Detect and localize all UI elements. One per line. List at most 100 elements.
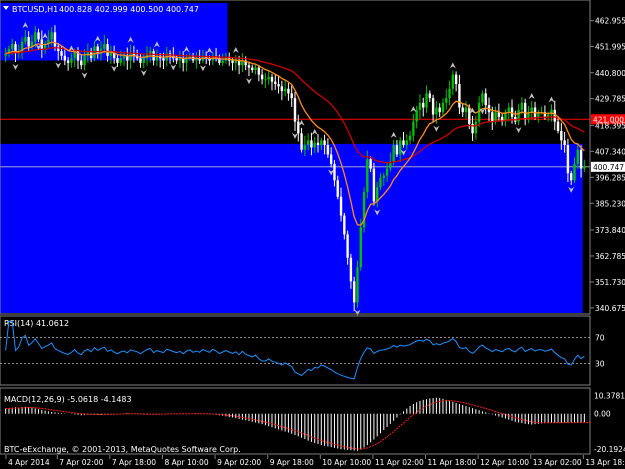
- candle-body: [366, 159, 369, 193]
- time-axis-label: 9 Apr 02:00: [217, 458, 261, 467]
- mt4-chart-window[interactable]: 400.747421.000 BTCUSD,H1 400.828 402.999…: [0, 0, 625, 469]
- candle-body: [293, 98, 297, 122]
- candle-body: [507, 107, 510, 113]
- candle-body: [320, 140, 323, 146]
- price-axis-label: 362.785: [595, 252, 625, 261]
- lower-zone: [0, 143, 583, 313]
- candle-body: [402, 140, 405, 146]
- symbol-title: BTCUSD,H1: [12, 5, 58, 14]
- candle-body: [451, 74, 455, 89]
- candle-body: [306, 140, 310, 146]
- candle-body: [260, 74, 264, 80]
- time-axis-label: 9 Apr 18:00: [270, 458, 314, 467]
- candle-body: [178, 58, 182, 61]
- candle-body: [438, 107, 441, 113]
- candle-body: [369, 159, 372, 169]
- time-axis-label: 7 Apr 02:00: [59, 458, 103, 467]
- macd-axis: 10.3781 0.00 -20.1924: [594, 392, 625, 454]
- fractal-up-arrow: [390, 131, 397, 138]
- candle-body: [119, 58, 122, 63]
- candle-body: [310, 140, 313, 148]
- time-axis-label: 12 Apr 10:00: [480, 458, 529, 467]
- candle-body: [270, 76, 274, 82]
- candle-body: [323, 140, 326, 146]
- fractal-up-arrow: [232, 47, 239, 54]
- price-panel[interactable]: 400.747421.000: [0, 3, 625, 316]
- candle-body: [80, 60, 83, 66]
- candle-body: [254, 67, 257, 70]
- chart-header: BTCUSD,H1 400.828 402.999 400.500 400.74…: [3, 5, 199, 14]
- candle-body: [428, 93, 432, 99]
- candle-body: [122, 55, 126, 59]
- candle-body: [570, 173, 573, 181]
- candle-body: [448, 88, 451, 99]
- time-axis-label: 10 Apr 10:00: [322, 458, 371, 467]
- candle-body: [274, 81, 277, 85]
- time-axis-label: 4 Apr 2014: [8, 458, 50, 467]
- candle-body: [395, 145, 399, 155]
- candle-body: [280, 86, 284, 92]
- candle-body: [491, 112, 494, 122]
- candle-body: [297, 121, 300, 134]
- candle-body: [379, 177, 382, 188]
- candle-body: [343, 215, 346, 235]
- macd-axis-label: 10.3781: [594, 392, 625, 401]
- candle-body: [336, 180, 339, 197]
- candle-body: [579, 149, 583, 169]
- price-axis-label: 429.785: [595, 95, 625, 104]
- price-axis-label: 407.340: [595, 147, 625, 156]
- candle-body: [431, 98, 435, 115]
- candle-body: [520, 102, 524, 110]
- candle-body: [251, 67, 254, 70]
- candle-body: [497, 112, 501, 117]
- price-axis-label: 451.995: [595, 42, 625, 51]
- candle-body: [333, 163, 336, 181]
- candle-body: [11, 44, 14, 49]
- rsi-level-label: 30: [595, 360, 605, 369]
- candle-body: [425, 93, 428, 108]
- fractal-down-arrow: [515, 127, 522, 134]
- fractal-down-arrow: [245, 78, 252, 85]
- candle-body: [221, 60, 224, 63]
- fractal-up-arrow: [311, 128, 318, 135]
- macd-axis-label: -20.1924: [594, 445, 625, 454]
- candle-body: [553, 109, 556, 122]
- candle-body: [70, 58, 73, 63]
- candle-body: [57, 46, 60, 52]
- price-axis-label: 396.285: [595, 173, 625, 182]
- candle-body: [356, 267, 359, 303]
- candle-body: [53, 32, 57, 47]
- fractal-down-arrow: [81, 72, 88, 79]
- candle-body: [523, 102, 527, 120]
- candle-body: [329, 154, 333, 164]
- current-price-label: 400.747: [593, 163, 624, 172]
- candle-body: [418, 102, 422, 110]
- candle-body: [162, 58, 165, 61]
- fractal-down-arrow: [170, 64, 177, 71]
- candle-body: [96, 46, 99, 54]
- fractal-up-arrow: [528, 93, 535, 100]
- candle-body: [300, 133, 303, 150]
- time-axis-label: 8 Apr 10:00: [164, 458, 208, 467]
- candle-body: [461, 107, 464, 113]
- price-axis-label: 351.730: [595, 278, 625, 287]
- candle-body: [264, 79, 267, 81]
- candle-body: [303, 145, 307, 150]
- time-axis: 4 Apr 2014 7 Apr 02:00 7 Apr 18:00 8 Apr 10…: [5, 455, 625, 467]
- rsi-level-label: 70: [595, 334, 605, 343]
- candle-body: [563, 140, 566, 146]
- price-axis-label: 340.675: [595, 304, 625, 313]
- candle-body: [234, 60, 238, 63]
- candle-body: [494, 112, 497, 122]
- candle-body: [385, 168, 389, 176]
- candle-body: [283, 88, 287, 92]
- candle-body: [458, 84, 461, 108]
- copyright-text: BTC-eExchange, © 2001-2013, MetaQuotes S…: [4, 445, 241, 454]
- candle-body: [326, 145, 330, 155]
- fractal-down-arrow: [140, 70, 147, 77]
- fractal-down-arrow: [12, 64, 19, 71]
- fractal-down-arrow: [55, 62, 62, 69]
- price-axis-label: 418.395: [595, 121, 625, 130]
- candle-body: [313, 142, 316, 148]
- rsi-panel[interactable]: [0, 315, 591, 386]
